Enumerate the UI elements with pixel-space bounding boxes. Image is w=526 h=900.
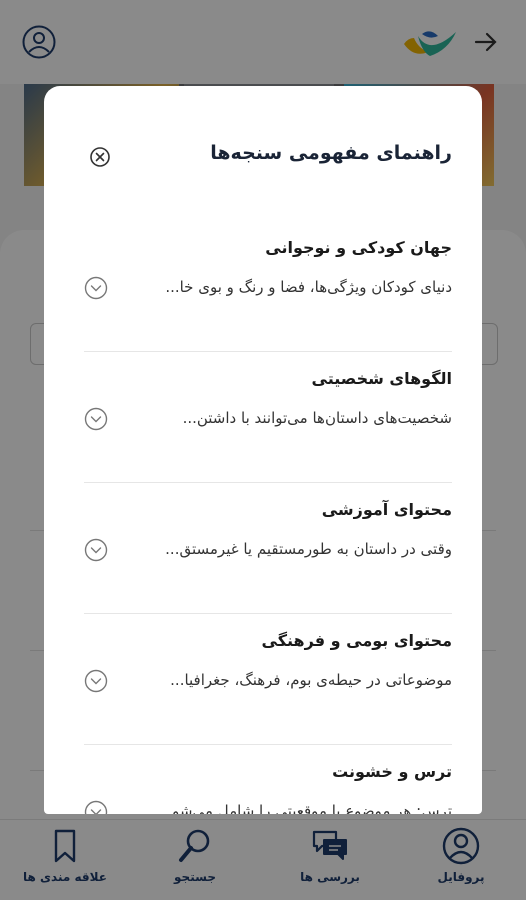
metric-description: موضوعاتی در حیطه‌ی بوم، فرهنگ، جغرافیا..…	[170, 671, 452, 689]
metric-item[interactable]: محتوای آموزشی وقتی در داستان به طورمستقی…	[84, 482, 452, 613]
dialog-header: راهنمای مفهومی سنجه‌ها	[44, 86, 482, 226]
metric-item[interactable]: ترس و خشونت ترس: هر موضوع یا موقعیتی را …	[84, 744, 452, 814]
chevron-down-circle-icon[interactable]	[84, 407, 108, 431]
metric-description: وقتی در داستان به طورمستقیم یا غیرمستق..…	[165, 540, 452, 558]
metrics-guide-dialog: راهنمای مفهومی سنجه‌ها جهان کودکی و نوجو…	[44, 86, 482, 814]
chevron-down-circle-icon[interactable]	[84, 669, 108, 693]
metric-title: ترس و خشونت	[332, 762, 452, 781]
metric-list: جهان کودکی و نوجوانی دنیای کودکان ویژگی‌…	[44, 221, 482, 814]
metric-title: محتوای آموزشی	[321, 500, 452, 519]
metric-item[interactable]: جهان کودکی و نوجوانی دنیای کودکان ویژگی‌…	[84, 221, 452, 351]
metric-item[interactable]: الگوهای شخصیتی شخصیت‌های داستان‌ها می‌تو…	[84, 351, 452, 482]
metric-description: شخصیت‌های داستان‌ها می‌توانند با داشتن..…	[182, 409, 452, 427]
chevron-down-circle-icon[interactable]	[84, 800, 108, 814]
metric-title: محتوای بومی و فرهنگی	[261, 631, 452, 650]
metric-title: الگوهای شخصیتی	[311, 369, 452, 388]
close-circle-icon[interactable]	[89, 146, 111, 168]
metric-item[interactable]: محتوای بومی و فرهنگی موضوعاتی در حیطه‌ی …	[84, 613, 452, 744]
metric-description: دنیای کودکان ویژگی‌ها، فضا و رنگ و بوی خ…	[165, 278, 452, 296]
chevron-down-circle-icon[interactable]	[84, 538, 108, 562]
metric-description: ترس: هر موضوع یا موقعیتی را شامل می‌شو..…	[157, 802, 452, 814]
dialog-title: راهنمای مفهومی سنجه‌ها	[210, 142, 452, 164]
metric-title: جهان کودکی و نوجوانی	[265, 238, 452, 257]
chevron-down-circle-icon[interactable]	[84, 276, 108, 300]
